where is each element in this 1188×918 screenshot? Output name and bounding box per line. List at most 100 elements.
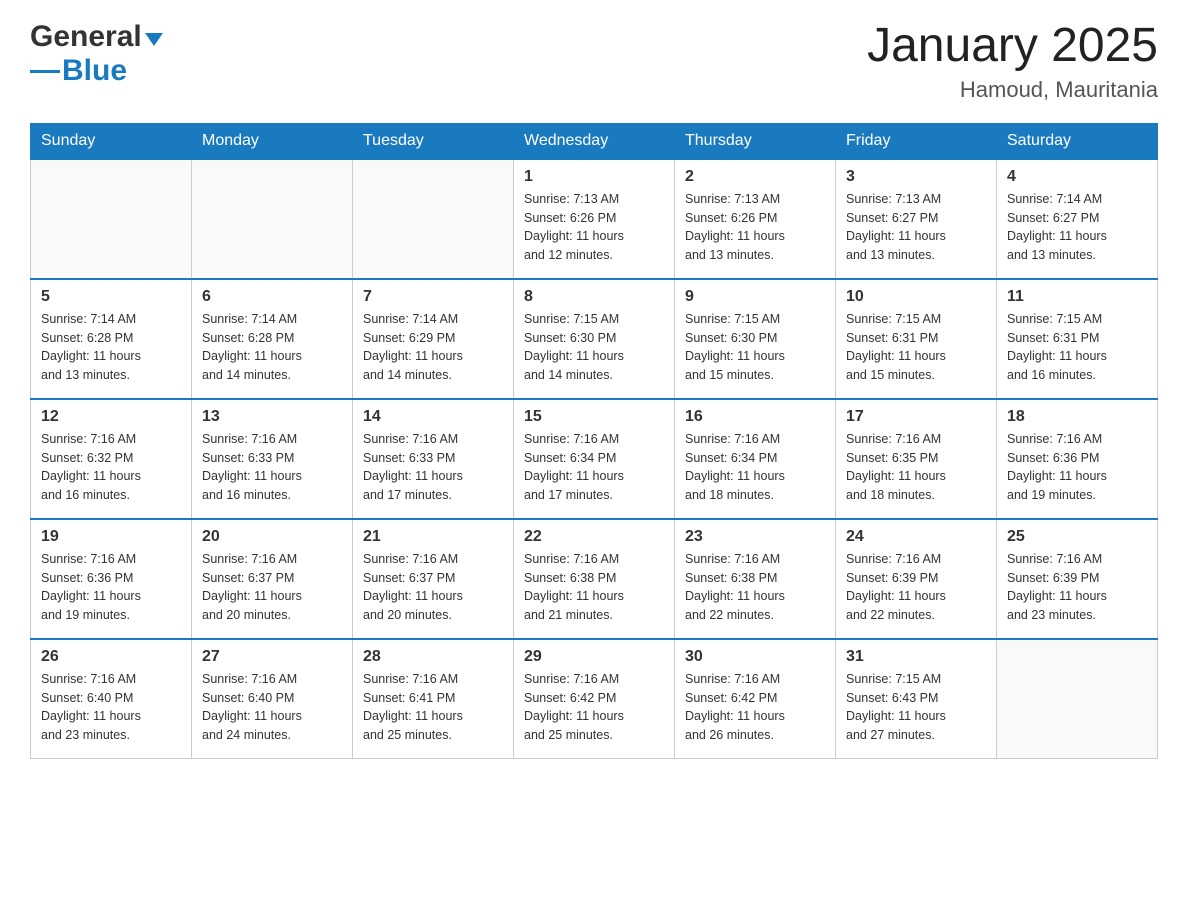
calendar-cell-w4-d3: 22 Sunrise: 7:16 AMSunset: 6:38 PMDayligh… xyxy=(514,519,675,639)
week-row-1: 1 Sunrise: 7:13 AMSunset: 6:26 PMDaylight… xyxy=(31,159,1158,279)
day-info: Sunrise: 7:14 AMSunset: 6:29 PMDaylight:… xyxy=(363,310,503,385)
day-info: Sunrise: 7:16 AMSunset: 6:34 PMDaylight:… xyxy=(685,430,825,505)
title-block: January 2025 Hamoud, Mauritania xyxy=(867,20,1158,103)
calendar-cell-w3-d2: 14 Sunrise: 7:16 AMSunset: 6:33 PMDayligh… xyxy=(353,399,514,519)
day-number: 15 xyxy=(524,408,664,426)
day-number: 29 xyxy=(524,648,664,666)
calendar-cell-w2-d2: 7 Sunrise: 7:14 AMSunset: 6:29 PMDaylight… xyxy=(353,279,514,399)
calendar-cell-w4-d6: 25Sunrise: 7:16 AMSunset: 6:39 PMDayligh… xyxy=(997,519,1158,639)
calendar-cell-w3-d3: 15Sunrise: 7:16 AMSunset: 6:34 PMDayligh… xyxy=(514,399,675,519)
day-number: 12 xyxy=(41,408,181,426)
day-info: Sunrise: 7:16 AMSunset: 6:38 PMDaylight:… xyxy=(685,550,825,625)
day-number: 4 xyxy=(1007,168,1147,186)
day-number: 5 xyxy=(41,288,181,306)
calendar-cell-w1-d0 xyxy=(31,159,192,279)
day-info: Sunrise: 7:16 AMSunset: 6:35 PMDaylight:… xyxy=(846,430,986,505)
day-number: 31 xyxy=(846,648,986,666)
calendar-cell-w5-d2: 28 Sunrise: 7:16 AMSunset: 6:41 PMDayligh… xyxy=(353,639,514,759)
day-number: 28 xyxy=(363,648,503,666)
day-info: Sunrise: 7:16 AMSunset: 6:41 PMDaylight:… xyxy=(363,670,503,745)
day-info: Sunrise: 7:14 AMSunset: 6:28 PMDaylight:… xyxy=(202,310,342,385)
day-number: 25 xyxy=(1007,528,1147,546)
calendar-cell-w1-d1 xyxy=(192,159,353,279)
day-info: Sunrise: 7:14 AMSunset: 6:28 PMDaylight:… xyxy=(41,310,181,385)
day-info: Sunrise: 7:16 AMSunset: 6:39 PMDaylight:… xyxy=(846,550,986,625)
calendar-cell-w4-d5: 24 Sunrise: 7:16 AMSunset: 6:39 PMDayligh… xyxy=(836,519,997,639)
calendar-cell-w5-d6 xyxy=(997,639,1158,759)
day-number: 23 xyxy=(685,528,825,546)
calendar-cell-w4-d1: 20Sunrise: 7:16 AMSunset: 6:37 PMDayligh… xyxy=(192,519,353,639)
calendar-cell-w1-d3: 1 Sunrise: 7:13 AMSunset: 6:26 PMDaylight… xyxy=(514,159,675,279)
calendar-cell-w3-d6: 18Sunrise: 7:16 AMSunset: 6:36 PMDayligh… xyxy=(997,399,1158,519)
day-number: 20 xyxy=(202,528,342,546)
calendar-cell-w4-d2: 21 Sunrise: 7:16 AMSunset: 6:37 PMDayligh… xyxy=(353,519,514,639)
calendar-cell-w5-d3: 29 Sunrise: 7:16 AMSunset: 6:42 PMDayligh… xyxy=(514,639,675,759)
day-number: 22 xyxy=(524,528,664,546)
calendar-header-row: Sunday Monday Tuesday Wednesday Thursday… xyxy=(31,123,1158,159)
day-info: Sunrise: 7:16 AMSunset: 6:38 PMDaylight:… xyxy=(524,550,664,625)
day-info: Sunrise: 7:16 AMSunset: 6:42 PMDaylight:… xyxy=(524,670,664,745)
day-number: 13 xyxy=(202,408,342,426)
day-number: 17 xyxy=(846,408,986,426)
day-number: 30 xyxy=(685,648,825,666)
day-number: 10 xyxy=(846,288,986,306)
day-info: Sunrise: 7:16 AMSunset: 6:37 PMDaylight:… xyxy=(363,550,503,625)
day-info: Sunrise: 7:13 AMSunset: 6:26 PMDaylight:… xyxy=(685,190,825,265)
calendar-cell-w4-d4: 23 Sunrise: 7:16 AMSunset: 6:38 PMDayligh… xyxy=(675,519,836,639)
day-number: 16 xyxy=(685,408,825,426)
day-info: Sunrise: 7:13 AMSunset: 6:26 PMDaylight:… xyxy=(524,190,664,265)
day-number: 9 xyxy=(685,288,825,306)
day-info: Sunrise: 7:16 AMSunset: 6:40 PMDaylight:… xyxy=(41,670,181,745)
col-monday: Monday xyxy=(192,123,353,159)
day-number: 19 xyxy=(41,528,181,546)
calendar-cell-w5-d0: 26 Sunrise: 7:16 AMSunset: 6:40 PMDayligh… xyxy=(31,639,192,759)
week-row-4: 19Sunrise: 7:16 AMSunset: 6:36 PMDayligh… xyxy=(31,519,1158,639)
logo-general: General xyxy=(30,20,142,54)
calendar-cell-w2-d5: 10 Sunrise: 7:15 AMSunset: 6:31 PMDayligh… xyxy=(836,279,997,399)
day-number: 14 xyxy=(363,408,503,426)
calendar-cell-w2-d4: 9 Sunrise: 7:15 AMSunset: 6:30 PMDaylight… xyxy=(675,279,836,399)
calendar-cell-w5-d1: 27 Sunrise: 7:16 AMSunset: 6:40 PMDayligh… xyxy=(192,639,353,759)
calendar-cell-w3-d5: 17 Sunrise: 7:16 AMSunset: 6:35 PMDayligh… xyxy=(836,399,997,519)
week-row-5: 26 Sunrise: 7:16 AMSunset: 6:40 PMDayligh… xyxy=(31,639,1158,759)
week-row-2: 5 Sunrise: 7:14 AMSunset: 6:28 PMDaylight… xyxy=(31,279,1158,399)
day-number: 26 xyxy=(41,648,181,666)
day-number: 11 xyxy=(1007,288,1147,306)
day-number: 2 xyxy=(685,168,825,186)
col-friday: Friday xyxy=(836,123,997,159)
calendar-cell-w1-d6: 4 Sunrise: 7:14 AMSunset: 6:27 PMDaylight… xyxy=(997,159,1158,279)
calendar-cell-w3-d0: 12 Sunrise: 7:16 AMSunset: 6:32 PMDayligh… xyxy=(31,399,192,519)
day-number: 1 xyxy=(524,168,664,186)
day-number: 7 xyxy=(363,288,503,306)
calendar-cell-w3-d1: 13Sunrise: 7:16 AMSunset: 6:33 PMDayligh… xyxy=(192,399,353,519)
month-title: January 2025 xyxy=(867,20,1158,73)
day-info: Sunrise: 7:15 AMSunset: 6:43 PMDaylight:… xyxy=(846,670,986,745)
day-info: Sunrise: 7:16 AMSunset: 6:32 PMDaylight:… xyxy=(41,430,181,505)
day-info: Sunrise: 7:15 AMSunset: 6:31 PMDaylight:… xyxy=(846,310,986,385)
calendar-cell-w5-d5: 31 Sunrise: 7:15 AMSunset: 6:43 PMDayligh… xyxy=(836,639,997,759)
day-info: Sunrise: 7:15 AMSunset: 6:31 PMDaylight:… xyxy=(1007,310,1147,385)
calendar-cell-w2-d1: 6 Sunrise: 7:14 AMSunset: 6:28 PMDaylight… xyxy=(192,279,353,399)
day-number: 24 xyxy=(846,528,986,546)
day-number: 27 xyxy=(202,648,342,666)
calendar-cell-w5-d4: 30Sunrise: 7:16 AMSunset: 6:42 PMDayligh… xyxy=(675,639,836,759)
day-info: Sunrise: 7:15 AMSunset: 6:30 PMDaylight:… xyxy=(685,310,825,385)
day-info: Sunrise: 7:16 AMSunset: 6:33 PMDaylight:… xyxy=(363,430,503,505)
day-number: 3 xyxy=(846,168,986,186)
day-number: 6 xyxy=(202,288,342,306)
calendar-cell-w2-d3: 8Sunrise: 7:15 AMSunset: 6:30 PMDaylight… xyxy=(514,279,675,399)
logo: General Blue xyxy=(30,20,163,88)
location: Hamoud, Mauritania xyxy=(867,77,1158,103)
week-row-3: 12 Sunrise: 7:16 AMSunset: 6:32 PMDayligh… xyxy=(31,399,1158,519)
col-tuesday: Tuesday xyxy=(353,123,514,159)
day-number: 21 xyxy=(363,528,503,546)
calendar-cell-w1-d5: 3Sunrise: 7:13 AMSunset: 6:27 PMDaylight… xyxy=(836,159,997,279)
calendar-cell-w3-d4: 16 Sunrise: 7:16 AMSunset: 6:34 PMDayligh… xyxy=(675,399,836,519)
logo-blue: Blue xyxy=(62,54,127,88)
calendar-cell-w2-d6: 11 Sunrise: 7:15 AMSunset: 6:31 PMDayligh… xyxy=(997,279,1158,399)
calendar-cell-w4-d0: 19Sunrise: 7:16 AMSunset: 6:36 PMDayligh… xyxy=(31,519,192,639)
calendar-cell-w2-d0: 5 Sunrise: 7:14 AMSunset: 6:28 PMDaylight… xyxy=(31,279,192,399)
day-info: Sunrise: 7:16 AMSunset: 6:40 PMDaylight:… xyxy=(202,670,342,745)
day-info: Sunrise: 7:14 AMSunset: 6:27 PMDaylight:… xyxy=(1007,190,1147,265)
day-number: 18 xyxy=(1007,408,1147,426)
